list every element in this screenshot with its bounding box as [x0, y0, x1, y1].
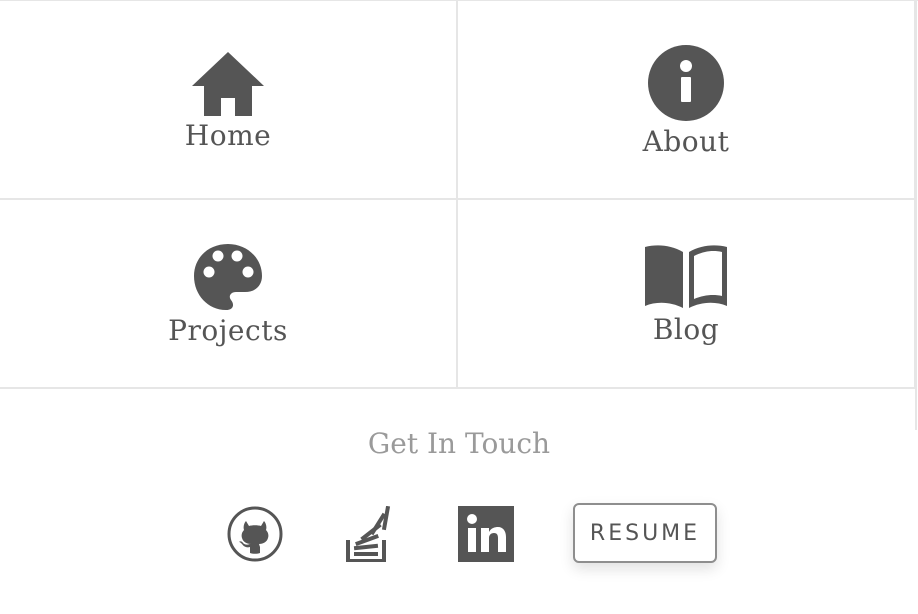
linkedin-link[interactable]: [456, 504, 516, 564]
contact-title: Get In Touch: [367, 427, 551, 460]
resume-button[interactable]: RESUME: [573, 503, 717, 563]
nav-tile-about[interactable]: About: [458, 1, 916, 200]
navigation-grid: Home About Projects Blog: [0, 0, 918, 389]
nav-tile-projects[interactable]: Projects: [0, 200, 458, 389]
github-link[interactable]: [226, 504, 284, 564]
stack-overflow-icon: [346, 506, 391, 562]
right-divider: [915, 0, 917, 430]
nav-label-about: About: [642, 124, 730, 158]
contact-section: Get In Touch RESUME: [0, 388, 918, 614]
nav-tile-blog[interactable]: Blog: [458, 200, 916, 389]
stack-overflow-link[interactable]: [344, 504, 394, 564]
info-icon: [648, 44, 724, 121]
nav-label-blog: Blog: [652, 312, 720, 346]
github-icon: [227, 506, 283, 562]
home-icon: [192, 51, 264, 116]
book-icon: [645, 244, 727, 308]
linkedin-icon: [458, 506, 514, 562]
nav-label-home: Home: [184, 118, 272, 152]
nav-tile-home[interactable]: Home: [0, 1, 458, 200]
palette-icon: [194, 243, 262, 310]
nav-label-projects: Projects: [168, 313, 288, 347]
